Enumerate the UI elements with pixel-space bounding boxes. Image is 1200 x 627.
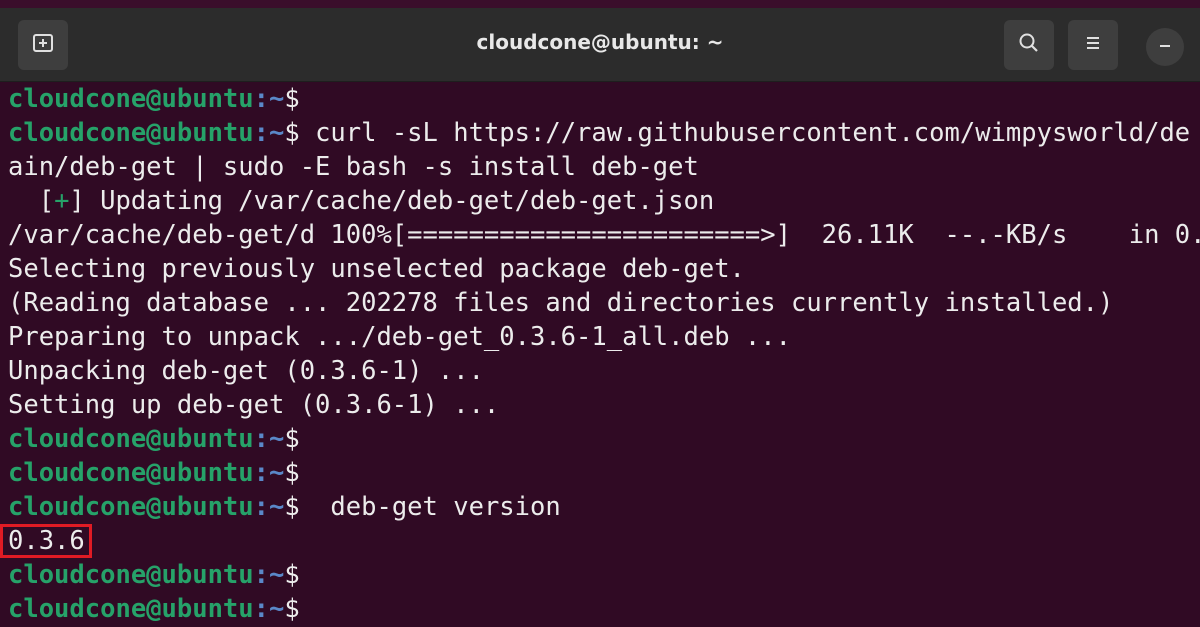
minimize-icon	[1155, 35, 1175, 59]
prompt-user: cloudcone@ubuntu	[8, 458, 254, 488]
command-text: curl -sL https://raw.githubusercontent.c…	[299, 118, 1191, 148]
terminal-line: 0.3.6	[0, 524, 1200, 558]
version-output-highlight: 0.3.6	[0, 524, 92, 558]
terminal-line: Unpacking deb-get (0.3.6-1) ...	[8, 356, 484, 386]
prompt-symbol: $	[284, 492, 300, 522]
terminal-line: cloudcone@ubuntu:~$ curl -sL https://raw…	[8, 116, 1200, 150]
terminal-line: (Reading database ... 202278 files and d…	[8, 288, 1114, 318]
menu-button[interactable]	[1068, 20, 1118, 70]
prompt-user: cloudcone@ubuntu	[8, 424, 254, 454]
terminal-line: Setting up deb-get (0.3.6-1) ...	[8, 390, 500, 420]
prompt-user: cloudcone@ubuntu	[8, 84, 254, 114]
status-plus: +	[54, 186, 70, 216]
terminal-line: cloudcone@ubuntu:~$	[8, 82, 1200, 116]
prompt-symbol: $	[284, 84, 300, 114]
terminal-line: cloudcone@ubuntu:~$	[8, 422, 1200, 456]
hamburger-menu-icon	[1080, 30, 1106, 60]
prompt-path: :~	[253, 118, 285, 148]
prompt-symbol: $	[284, 458, 300, 488]
terminal-line: cloudcone@ubuntu:~$	[8, 456, 1200, 490]
terminal-line: Preparing to unpack .../deb-get_0.3.6-1_…	[8, 322, 791, 352]
terminal-line: ain/deb-get | sudo -E bash -s install de…	[8, 152, 699, 182]
output-text: [	[8, 186, 55, 216]
terminal-window: cloudcone@ubuntu: ~ cloudcone@ubuntu:~$ …	[0, 0, 1200, 627]
prompt-symbol: $	[284, 594, 300, 624]
prompt-path: :~	[253, 84, 285, 114]
terminal-line: cloudcone@ubuntu:~$	[8, 558, 1200, 592]
command-text: deb-get version	[299, 492, 561, 522]
title-bar: cloudcone@ubuntu: ~	[0, 0, 1200, 82]
prompt-user: cloudcone@ubuntu	[8, 118, 254, 148]
prompt-path: :~	[253, 492, 285, 522]
prompt-symbol: $	[284, 560, 300, 590]
prompt-symbol: $	[284, 424, 300, 454]
terminal-output[interactable]: cloudcone@ubuntu:~$ cloudcone@ubuntu:~$ …	[0, 82, 1200, 627]
minimize-button[interactable]	[1146, 28, 1184, 66]
prompt-path: :~	[253, 424, 285, 454]
prompt-symbol: $	[284, 118, 300, 148]
search-icon	[1016, 30, 1042, 60]
terminal-line: /var/cache/deb-get/d 100%[==============…	[8, 220, 1200, 250]
prompt-user: cloudcone@ubuntu	[8, 560, 254, 590]
prompt-path: :~	[253, 458, 285, 488]
prompt-path: :~	[253, 560, 285, 590]
terminal-line: [+] Updating /var/cache/deb-get/deb-get.…	[8, 184, 1200, 218]
terminal-line: Selecting previously unselected package …	[8, 254, 745, 284]
terminal-line: cloudcone@ubuntu:~$ deb-get version	[8, 490, 1200, 524]
prompt-path: :~	[253, 594, 285, 624]
search-button[interactable]	[1004, 20, 1054, 70]
prompt-user: cloudcone@ubuntu	[8, 492, 254, 522]
terminal-line: cloudcone@ubuntu:~$	[8, 592, 1200, 626]
output-text: ] Updating /var/cache/deb-get/deb-get.js…	[69, 186, 715, 216]
prompt-user: cloudcone@ubuntu	[8, 594, 254, 624]
